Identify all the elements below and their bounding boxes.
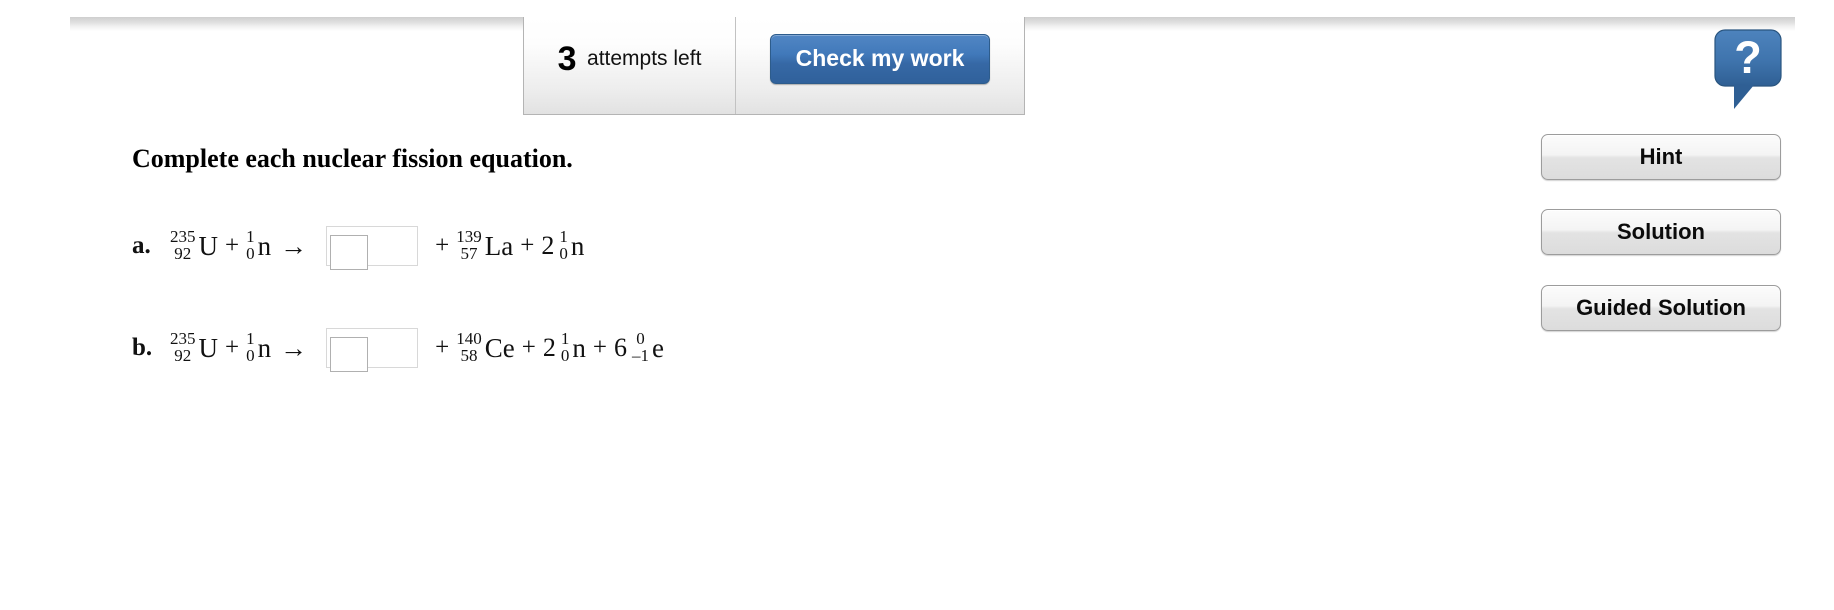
- element-symbol: e: [651, 332, 664, 363]
- isotope-numbers: 140 58: [456, 328, 482, 365]
- mass-number: 1: [246, 328, 255, 348]
- element-symbol: Ce: [484, 332, 515, 363]
- guided-solution-button[interactable]: Guided Solution: [1541, 285, 1781, 331]
- plus-operator: +: [592, 334, 607, 361]
- hint-button-label: Hint: [1639, 144, 1683, 169]
- atomic-number: 0: [246, 346, 255, 365]
- isotope-term: 10n: [246, 226, 272, 264]
- isotope-numbers: 235 92: [170, 226, 196, 263]
- attempts-count: 3: [557, 39, 577, 78]
- mass-number: 235: [170, 328, 196, 348]
- attempts-remaining-cell: 3 attempts left: [524, 17, 736, 114]
- atomic-number: 92: [174, 244, 192, 263]
- element-symbol: U: [198, 332, 219, 363]
- mass-number: 235: [170, 226, 196, 246]
- atomic-number: 0: [559, 244, 568, 263]
- plus-operator: +: [435, 232, 450, 259]
- coefficient: 2: [541, 231, 555, 260]
- question-mark-glyph: ?: [1734, 32, 1762, 83]
- plus-operator: +: [225, 334, 240, 361]
- element-symbol: n: [257, 230, 272, 261]
- isotope-numbers: 235 92: [170, 328, 196, 365]
- coefficient: 2: [542, 333, 556, 362]
- isotope-term: 235 92 U: [170, 226, 219, 264]
- reaction-arrow: →: [280, 230, 308, 261]
- answer-input-box[interactable]: [326, 328, 419, 372]
- equation-row-a: a. 235 92 U +1 0 n → +139 57 La +2 1 0 n: [132, 226, 585, 270]
- reaction-arrow: →: [280, 332, 308, 363]
- mass-number: 0: [636, 328, 645, 348]
- atomic-number: 57: [460, 244, 478, 263]
- element-symbol: n: [572, 332, 586, 363]
- attempts-label: attempts left: [587, 47, 702, 70]
- isotope-term: 10n: [559, 226, 585, 264]
- atomic-number: –1: [631, 346, 649, 365]
- atomic-number: 0: [560, 346, 570, 365]
- plus-operator: +: [225, 232, 240, 259]
- isotope-term: 10n: [560, 328, 586, 366]
- solution-button-label: Solution: [1617, 219, 1705, 244]
- mass-number: 139: [456, 226, 482, 246]
- plus-operator: +: [435, 334, 450, 361]
- element-symbol: n: [570, 230, 585, 261]
- atomic-number: 0: [246, 244, 255, 263]
- isotope-term: 235 92 U: [170, 328, 219, 366]
- mass-number: 1: [246, 226, 255, 246]
- isotope-term: 10n: [246, 328, 272, 366]
- isotope-term: 139 57 La: [456, 226, 514, 264]
- solution-button[interactable]: Solution: [1541, 209, 1781, 255]
- isotope-term: 0 –1 e: [631, 328, 664, 366]
- answer-input-box[interactable]: [326, 226, 419, 270]
- answer-input-field[interactable]: [330, 337, 369, 372]
- mass-number: 140: [456, 328, 482, 348]
- atomic-number: 92: [174, 346, 192, 365]
- mass-number: 1: [559, 226, 568, 246]
- isotope-term: 140 58 Ce: [456, 328, 515, 366]
- isotope-numbers: 0 –1: [631, 328, 649, 365]
- equation-label: a.: [132, 232, 151, 259]
- isotope-numbers: 10: [559, 226, 568, 263]
- help-icon[interactable]: ?: [1714, 29, 1782, 109]
- plus-operator: +: [521, 334, 536, 361]
- atomic-number: 58: [460, 346, 478, 365]
- element-symbol: U: [198, 230, 219, 261]
- element-symbol: La: [484, 230, 514, 261]
- equation-label: b.: [132, 334, 153, 361]
- answer-input-field[interactable]: [330, 235, 369, 270]
- isotope-numbers: 10: [560, 328, 570, 365]
- coefficient: 6: [613, 333, 627, 362]
- check-my-work-cell: Check my work: [736, 17, 1024, 114]
- guided-solution-button-label: Guided Solution: [1576, 295, 1746, 320]
- equation-row-b: b. 235 92 U +1 0 n → +140 58 Ce +2 1 0 n +6 0 –1 e: [132, 328, 664, 372]
- plus-operator: +: [520, 232, 535, 259]
- isotope-numbers: 10: [246, 328, 255, 365]
- attempts-toolbar-panel: 3 attempts left Check my work: [523, 17, 1025, 115]
- element-symbol: n: [257, 332, 272, 363]
- check-my-work-button[interactable]: Check my work: [769, 33, 991, 84]
- hint-button[interactable]: Hint: [1541, 134, 1781, 180]
- isotope-numbers: 139 57: [456, 226, 482, 263]
- page-title: Complete each nuclear fission equation.: [132, 144, 573, 173]
- isotope-numbers: 10: [246, 226, 255, 263]
- mass-number: 1: [560, 328, 570, 348]
